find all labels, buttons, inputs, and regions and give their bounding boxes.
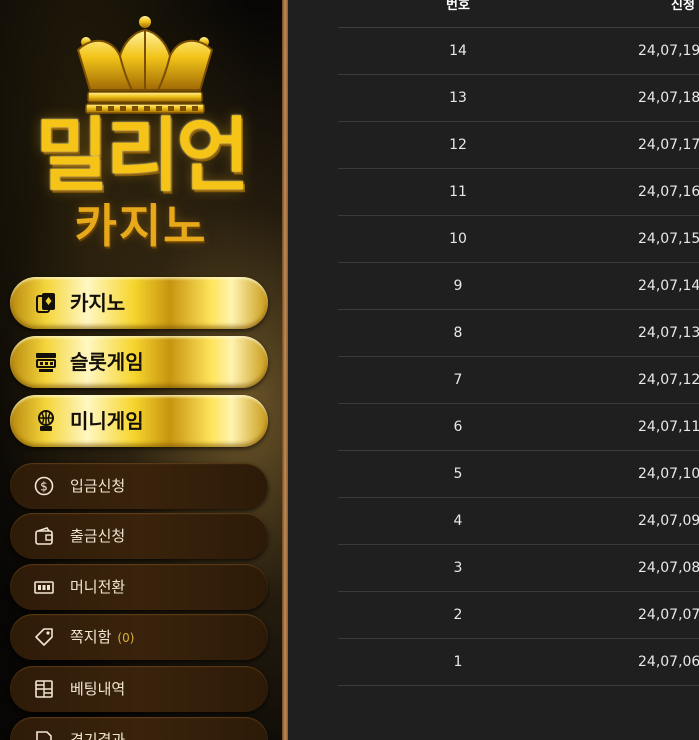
document-icon	[36, 731, 52, 740]
row-number: 12	[449, 137, 467, 153]
row-number: 10	[449, 231, 467, 247]
nav-deposit-button[interactable]: $ 입금신청	[10, 463, 268, 509]
nav-withdraw-label: 출금신청	[70, 527, 126, 545]
table-row[interactable]: 4 24,07,09	[338, 498, 699, 545]
nav-messages-text: 쪽지함	[70, 628, 112, 646]
nav-mini-game-label: 미니게임	[70, 409, 144, 433]
table-row[interactable]: 2 24,07,07	[338, 592, 699, 639]
dollar-coin-icon: $	[34, 476, 54, 496]
sidebar: 밀리언 카지노 카지노 슬롯게임 미니게임 $ 입금신청 출금신청 머니전환 쪽…	[0, 0, 288, 740]
header-number: 번호	[446, 0, 470, 13]
row-date: 24,07,17	[638, 137, 699, 153]
row-number: 2	[453, 607, 463, 623]
row-date: 24,07,16	[638, 184, 699, 200]
mini-game-icon	[38, 410, 54, 431]
message-count-badge: (0)	[117, 631, 135, 645]
table-row[interactable]: 7 24,07,12	[338, 357, 699, 404]
nav-match-results-label: 경기결과	[70, 731, 126, 740]
grid-calculator-icon	[35, 680, 53, 698]
row-date: 24,07,18	[638, 90, 699, 106]
row-date: 24,07,09	[638, 513, 699, 529]
row-number: 1	[453, 654, 463, 670]
row-number: 9	[453, 278, 463, 294]
nav-betting-history-label: 베팅내역	[70, 680, 126, 698]
row-date: 24,07,10	[638, 466, 699, 482]
row-number: 13	[449, 90, 467, 106]
money-transfer-icon	[34, 581, 54, 594]
header-date: 신청	[671, 0, 695, 13]
logo-title: 밀리언	[35, 109, 250, 202]
row-date: 24,07,14	[638, 278, 699, 294]
nav-slot-game-label: 슬롯게임	[70, 350, 144, 374]
row-number: 8	[453, 325, 463, 341]
nav-mini-game-button[interactable]: 미니게임	[10, 395, 268, 447]
table-row[interactable]: 13 24,07,18	[338, 75, 699, 122]
row-number: 14	[449, 43, 467, 59]
slot-machine-icon	[36, 353, 56, 372]
row-date: 24,07,07	[638, 607, 699, 623]
table-row[interactable]: 11 24,07,16	[338, 169, 699, 216]
tag-icon	[35, 628, 53, 646]
table-row[interactable]: 14 24,07,19	[338, 28, 699, 75]
table-row[interactable]: 10 24,07,15	[338, 216, 699, 263]
table-row[interactable]: 5 24,07,10	[338, 451, 699, 498]
row-number: 4	[453, 513, 463, 529]
nav-messages-label: 쪽지함 (0)	[70, 614, 134, 661]
table-row[interactable]: 12 24,07,17	[338, 122, 699, 169]
row-date: 24,07,06	[638, 654, 699, 670]
row-number: 7	[453, 372, 463, 388]
row-date: 24,07,13	[638, 325, 699, 341]
nav-deposit-label: 입금신청	[70, 477, 126, 495]
table-row[interactable]: 1 24,07,06	[338, 639, 699, 686]
logo-subtitle: 카지노	[74, 199, 208, 253]
nav-casino-label: 카지노	[70, 291, 126, 315]
nav-betting-history-button[interactable]: 베팅내역	[10, 666, 268, 712]
table-row[interactable]: 8 24,07,13	[338, 310, 699, 357]
row-date: 24,07,12	[638, 372, 699, 388]
row-date: 24,07,08	[638, 560, 699, 576]
cards-icon	[36, 293, 55, 313]
table-row[interactable]: 9 24,07,14	[338, 263, 699, 310]
wallet-icon	[35, 527, 53, 545]
nav-slot-game-button[interactable]: 슬롯게임	[10, 336, 268, 388]
table-row[interactable]: 3 24,07,08	[338, 545, 699, 592]
logo[interactable]: 밀리언 카지노	[0, 0, 282, 270]
row-number: 11	[449, 184, 467, 200]
nav-withdraw-button[interactable]: 출금신청	[10, 513, 268, 559]
nav-messages-button[interactable]: 쪽지함 (0)	[10, 614, 268, 660]
row-date: 24,07,11	[638, 419, 699, 435]
table-row[interactable]: 6 24,07,11	[338, 404, 699, 451]
nav-match-results-button[interactable]: 경기결과	[10, 717, 268, 740]
main-content: 번호 신청 14 24,07,19 13 24,07,18 12 24,07,17 11 24…	[288, 0, 699, 740]
nav-money-transfer-label: 머니전환	[70, 578, 126, 596]
nav-casino-button[interactable]: 카지노	[10, 277, 268, 329]
table-header: 번호 신청	[338, 0, 699, 28]
row-number: 3	[453, 560, 463, 576]
row-date: 24,07,15	[638, 231, 699, 247]
row-number: 6	[453, 419, 463, 435]
row-date: 24,07,19	[638, 43, 699, 59]
crown-icon	[76, 16, 214, 114]
svg-text:$: $	[40, 480, 48, 494]
nav-money-transfer-button[interactable]: 머니전환	[10, 564, 268, 610]
row-number: 5	[453, 466, 463, 482]
